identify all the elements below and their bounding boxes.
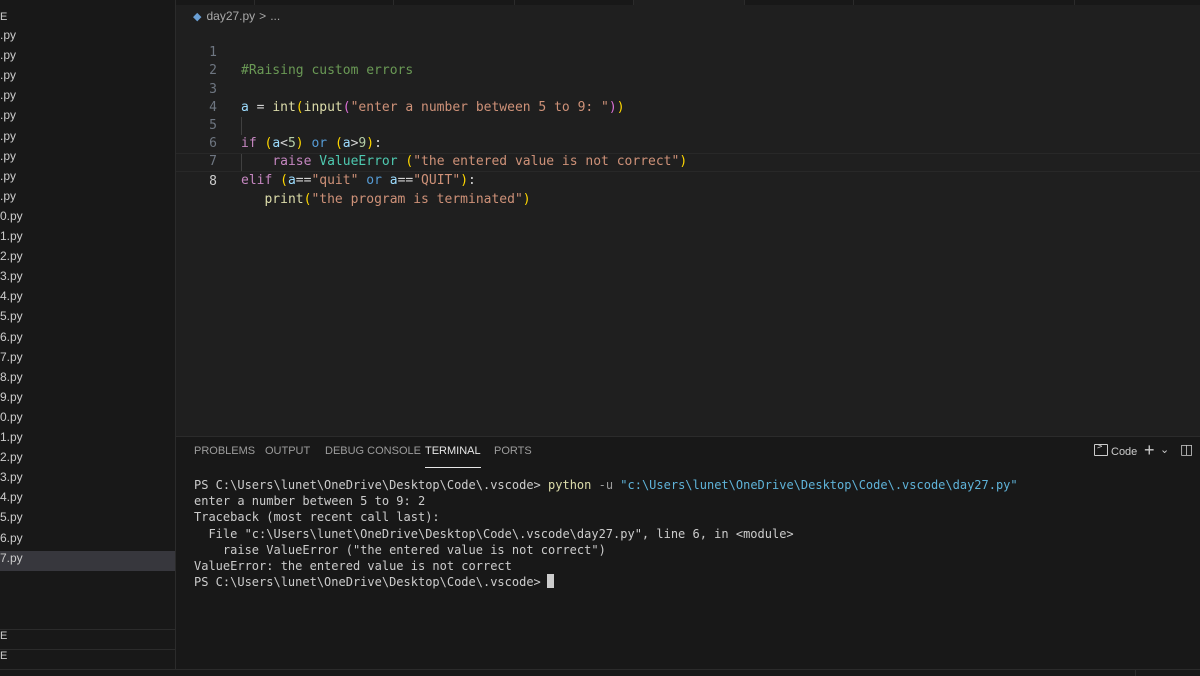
terminal-flag: -u [591, 478, 621, 492]
file-item[interactable]: .py [0, 129, 175, 149]
terminal-command: python [548, 478, 592, 492]
code-line-8: 8 print ( "the program is terminated") [176, 153, 1200, 207]
terminal-prompt: PS C:\Users\lunet\OneDrive\Desktop\Code\… [194, 575, 541, 590]
file-item[interactable]: 2.py [0, 249, 175, 269]
timeline-section[interactable]: E [0, 649, 175, 670]
code-token: print [264, 191, 304, 207]
file-item[interactable]: 4.py [0, 289, 175, 309]
file-item[interactable]: .py [0, 189, 175, 209]
terminal-line: Traceback (most recent call last): [194, 510, 440, 525]
code-editor[interactable]: 1 #Raising custom errors 2 3 a = int(inp… [176, 26, 1200, 436]
breadcrumb-separator: > [259, 9, 267, 23]
editor-tab[interactable] [176, 0, 255, 5]
tab-ports[interactable]: PORTS [494, 445, 532, 467]
terminal-line: File "c:\Users\lunet\OneDrive\Desktop\Co… [194, 526, 794, 541]
editor-tab[interactable] [745, 0, 854, 5]
code-token: == [295, 172, 312, 188]
file-item[interactable]: 3.py [0, 470, 175, 490]
code-token: or [366, 172, 382, 188]
code-line-7: 7 elif (a=="quit" or a=="QUIT"): [176, 135, 1200, 187]
editor-tab[interactable] [515, 0, 634, 5]
file-item[interactable]: .py [0, 48, 175, 68]
file-item[interactable]: 5.py [0, 510, 175, 530]
editor-tab[interactable] [255, 0, 394, 5]
terminal-cursor [546, 574, 554, 589]
explorer-sidebar: E .py .py .py .py .py .py .py .py .py 0.py 1.py 2.p… [0, 0, 176, 669]
file-item[interactable]: 3.py [0, 269, 175, 289]
file-item[interactable]: .py [0, 68, 175, 88]
code-token: == [397, 172, 414, 188]
file-item[interactable]: 4.py [0, 490, 175, 510]
file-item[interactable]: .py [0, 108, 175, 128]
breadcrumb-more[interactable]: ... [270, 9, 280, 23]
python-file-icon: ◆ [193, 11, 202, 23]
outline-section[interactable]: E [0, 629, 175, 650]
add-terminal-icon[interactable]: + [1144, 440, 1155, 461]
code-line-2: 2 [176, 44, 1200, 78]
code-line-5: 5 if (a<5) or (a>9): [176, 99, 1200, 151]
code-token: : [468, 172, 476, 188]
terminal-line: ValueError: the entered value is not cor… [194, 558, 512, 573]
file-item[interactable]: 1.py [0, 430, 175, 450]
terminal-output[interactable]: PS C:\Users\lunet\OneDrive\Desktop\Code\… [194, 477, 1184, 590]
breadcrumb: ◆ day27.py >... [193, 9, 280, 27]
file-item[interactable]: 7.py [0, 550, 175, 571]
code-line-3: 3 a = int(input("enter a number between … [176, 62, 1200, 115]
code-token: "the program is terminated" [311, 191, 523, 207]
bottom-panel: PROBLEMS OUTPUT DEBUG CONSOLE TERMINAL P… [176, 436, 1200, 670]
code-line-1: 1 #Raising custom errors [176, 26, 1200, 78]
split-layout-icon[interactable]: ◫ [1180, 442, 1193, 458]
code-token: elif [241, 172, 273, 188]
file-item[interactable]: 8.py [0, 370, 175, 390]
code-token: "QUIT" [413, 172, 461, 188]
line-number: 8 [209, 173, 217, 189]
file-item[interactable]: .py [0, 88, 175, 108]
code-token: a [389, 172, 398, 188]
tab-debug-console[interactable]: DEBUG CONSOLE [325, 445, 421, 467]
file-item[interactable]: 0.py [0, 410, 175, 430]
chevron-down-icon[interactable]: ⌄ [1160, 443, 1169, 456]
file-item[interactable]: 6.py [0, 531, 175, 551]
terminal-line: PS C:\Users\lunet\OneDrive\Desktop\Code\… [194, 574, 1184, 590]
tab-terminal[interactable]: TERMINAL [425, 445, 481, 468]
tab-output[interactable]: OUTPUT [265, 445, 310, 467]
code-token: a [287, 172, 296, 188]
terminal-line: enter a number between 5 to 9: 2 [194, 494, 426, 509]
terminal-path: "c:\Users\lunet\OneDrive\Desktop\Code\.v… [620, 478, 1018, 492]
terminal-prompt: PS C:\Users\lunet\OneDrive\Desktop\Code\… [194, 478, 549, 492]
editor-tab[interactable] [854, 0, 1075, 5]
terminal-icon[interactable] [1094, 442, 1108, 456]
breadcrumb-file[interactable]: day27.py [206, 9, 255, 23]
file-item[interactable]: .py [0, 149, 175, 169]
code-token: ) [522, 191, 531, 207]
tab-problems[interactable]: PROBLEMS [194, 445, 255, 467]
status-item[interactable] [1135, 670, 1200, 676]
file-item[interactable]: .py [0, 169, 175, 189]
file-item[interactable]: 1.py [0, 229, 175, 249]
code-token: ) [460, 172, 469, 188]
file-item[interactable]: 0.py [0, 209, 175, 229]
file-item[interactable]: 7.py [0, 350, 175, 370]
file-item[interactable]: 9.py [0, 390, 175, 410]
code-token: ( [280, 172, 288, 188]
code-token: "quit" [311, 172, 359, 188]
editor-tab-active[interactable] [634, 0, 745, 5]
explorer-header: E [0, 11, 8, 23]
file-item[interactable]: 2.py [0, 450, 175, 470]
terminal-line: PS C:\Users\lunet\OneDrive\Desktop\Code\… [194, 477, 1184, 493]
terminal-name[interactable]: Code [1111, 446, 1137, 458]
editor-tab-strip [176, 0, 1200, 5]
file-item[interactable]: .py [0, 28, 175, 48]
terminal-line: raise ValueError ("the entered value is … [194, 542, 606, 557]
code-line-6: 6 raise ValueError ("the entered value i… [176, 117, 1200, 169]
code-line-4: 4 [176, 81, 1200, 115]
editor-tab[interactable] [394, 0, 515, 5]
file-item[interactable]: 6.py [0, 330, 175, 350]
file-item[interactable]: 5.py [0, 309, 175, 329]
